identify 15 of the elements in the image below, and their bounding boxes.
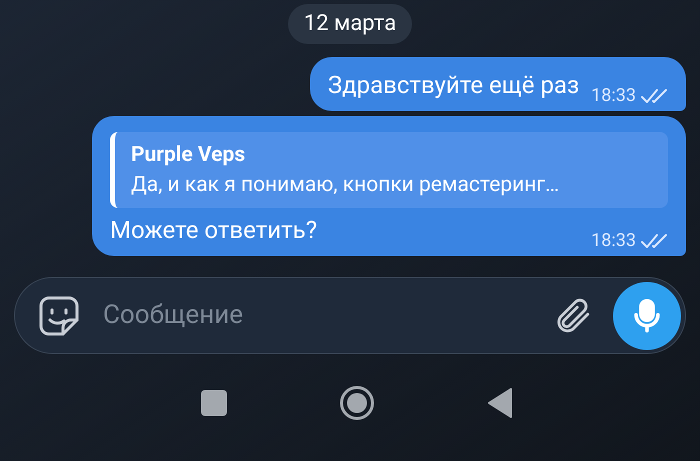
- reply-quote[interactable]: Purple Veps Да, и как я понимаю, кнопки ремастеринг…: [110, 132, 668, 208]
- message-time: 18:33: [591, 232, 636, 250]
- back-button[interactable]: [487, 387, 513, 419]
- microphone-button[interactable]: [613, 282, 681, 350]
- date-chip: 12 марта: [288, 4, 412, 44]
- message-input[interactable]: Сообщение: [103, 296, 551, 335]
- quote-text: Да, и как я понимаю, кнопки ремастеринг…: [131, 172, 560, 199]
- message-text: Можете ответить?: [110, 215, 318, 246]
- sticker-icon[interactable]: [37, 294, 81, 338]
- home-button[interactable]: [339, 385, 375, 421]
- quote-author: Purple Veps: [131, 142, 246, 169]
- message-time: 18:33: [591, 87, 636, 105]
- message-text: Здравствуйте ещё раз: [328, 70, 580, 101]
- message-composer[interactable]: Сообщение: [14, 277, 686, 354]
- microphone-icon: [632, 298, 662, 332]
